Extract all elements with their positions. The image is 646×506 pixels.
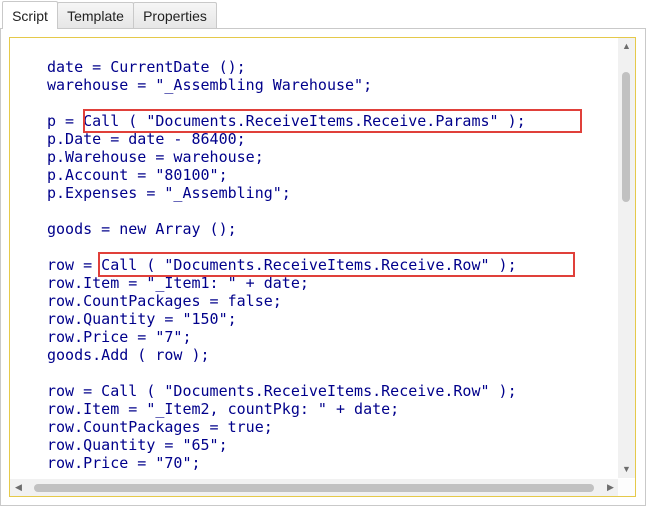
horizontal-scrollbar[interactable]: ◀ ▶	[10, 479, 619, 496]
code-line: goods = new Array ();	[47, 220, 237, 238]
code-line: row.CountPackages = true;	[47, 418, 273, 436]
code-line: row.Quantity = "150";	[47, 310, 237, 328]
vertical-scroll-thumb[interactable]	[622, 72, 630, 202]
code-line: row.CountPackages = false;	[47, 292, 282, 310]
scroll-down-arrow-icon[interactable]: ▼	[618, 461, 635, 478]
code-line: p.Account = "80100";	[47, 166, 228, 184]
code-line: row.Price = "70";	[47, 454, 201, 472]
tab-template-label: Template	[67, 7, 124, 24]
script-editor[interactable]: date = CurrentDate (); warehouse = "_Asse…	[9, 37, 636, 497]
highlight-call-params	[83, 109, 582, 133]
tab-script[interactable]: Script	[2, 1, 58, 29]
scrollbar-corner	[618, 479, 635, 496]
tab-properties-label: Properties	[143, 7, 207, 24]
tab-template[interactable]: Template	[57, 2, 134, 28]
code-line: date = CurrentDate ();	[47, 58, 246, 76]
code-line: row.Price = "7";	[47, 328, 192, 346]
code-line: row.Quantity = "65";	[47, 436, 228, 454]
tab-bar: Script Template Properties	[0, 0, 646, 29]
scroll-up-arrow-icon[interactable]: ▲	[618, 38, 635, 55]
vertical-scrollbar[interactable]: ▲ ▼	[618, 38, 635, 478]
code-line: row = Call ( "Documents.ReceiveItems.Rec…	[47, 382, 517, 400]
scroll-left-arrow-icon[interactable]: ◀	[10, 479, 27, 496]
code-line: row.Item = "_Item2, countPkg: " + date;	[47, 400, 400, 418]
code-line: p.Warehouse = warehouse;	[47, 148, 264, 166]
tab-properties[interactable]: Properties	[133, 2, 217, 28]
highlight-call-row	[98, 252, 575, 277]
horizontal-scroll-thumb[interactable]	[34, 484, 594, 492]
scroll-right-arrow-icon[interactable]: ▶	[602, 479, 619, 496]
code-line: warehouse = "_Assembling Warehouse";	[47, 76, 373, 94]
code-line: p.Expenses = "_Assembling";	[47, 184, 291, 202]
code-line: goods.Add ( row );	[47, 346, 210, 364]
tab-script-label: Script	[12, 7, 48, 24]
